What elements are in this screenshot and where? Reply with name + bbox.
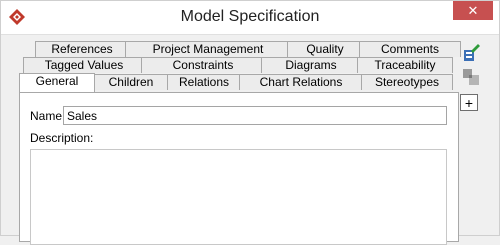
close-button[interactable]: ✕: [453, 1, 493, 20]
model-specification-window: Model Specification ✕ References Project…: [0, 0, 500, 245]
plus-icon: +: [464, 94, 474, 111]
tab-chart-relations[interactable]: Chart Relations: [239, 74, 363, 90]
tab-tagged-values[interactable]: Tagged Values: [23, 57, 145, 73]
tab-general[interactable]: General: [19, 73, 95, 92]
description-editor[interactable]: [30, 149, 447, 245]
tab-quality[interactable]: Quality: [287, 41, 363, 57]
window-title: Model Specification: [180, 8, 320, 25]
tab-constraints[interactable]: Constraints: [141, 57, 265, 73]
tab-relations[interactable]: Relations: [167, 74, 241, 90]
general-panel: Name: Description:: [19, 92, 459, 245]
tab-comments[interactable]: Comments: [359, 41, 461, 57]
copy-shapes-icon[interactable]: [461, 67, 481, 87]
name-label: Name:: [30, 109, 66, 123]
name-field[interactable]: [63, 106, 447, 125]
title-bar: Model Specification ✕: [1, 1, 499, 35]
description-label: Description:: [30, 131, 94, 145]
tab-traceability[interactable]: Traceability: [357, 57, 453, 73]
tab-stereotypes[interactable]: Stereotypes: [361, 74, 453, 90]
tab-diagrams[interactable]: Diagrams: [261, 57, 361, 73]
expand-button[interactable]: +: [460, 94, 478, 111]
edit-model-icon[interactable]: [461, 43, 481, 63]
tab-project-management[interactable]: Project Management: [125, 41, 291, 57]
tab-children[interactable]: Children: [93, 74, 169, 90]
tab-references[interactable]: References: [35, 41, 129, 57]
close-icon: ✕: [467, 3, 479, 18]
